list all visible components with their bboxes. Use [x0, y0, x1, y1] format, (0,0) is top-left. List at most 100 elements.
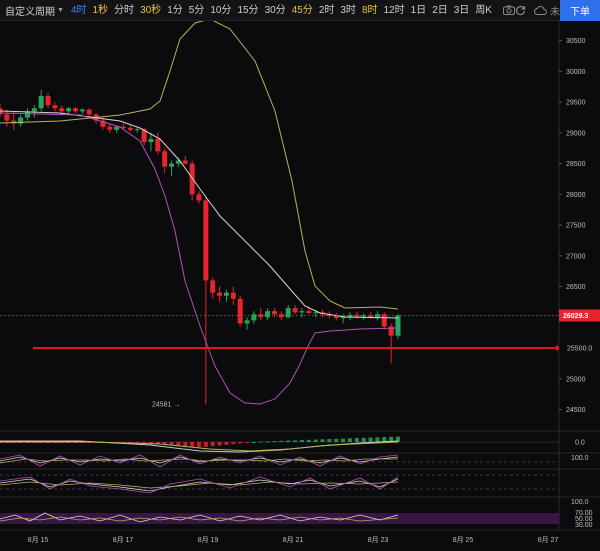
timeframe-11[interactable]: 3时: [337, 0, 359, 21]
kdj-axis-label: 100.0: [571, 455, 589, 462]
macd-bar: [361, 437, 366, 442]
macd-bar: [293, 440, 298, 442]
wr-axis-label: 100.0: [571, 499, 589, 506]
macd-bar: [334, 438, 339, 442]
x-tick-label: 8月 25: [453, 536, 474, 544]
chart-canvas[interactable]: 30500 30000 29500 29000 28500 28000 27500 27000…: [0, 21, 600, 551]
candle-body[interactable]: [59, 108, 65, 112]
candle-body[interactable]: [313, 312, 319, 314]
macd-bar: [299, 440, 304, 442]
macd-bar: [327, 439, 332, 442]
timeframe-12[interactable]: 8时: [359, 0, 381, 21]
timeframe-16[interactable]: 3日: [451, 0, 473, 21]
x-tick-label: 8月 19: [198, 536, 219, 544]
price-chart[interactable]: 30500 30000 29500 29000 28500 28000 27500 27000…: [0, 21, 600, 551]
camera-icon[interactable]: [502, 0, 515, 21]
timeframe-1[interactable]: 1秒: [90, 0, 112, 21]
y-tick-label: 28000: [566, 192, 586, 199]
candle-body[interactable]: [162, 151, 168, 167]
place-order-button[interactable]: 下单: [560, 0, 600, 21]
timeframe-2[interactable]: 分时: [111, 0, 137, 21]
timeframe-13[interactable]: 12时: [381, 0, 408, 21]
candle-body[interactable]: [134, 129, 140, 131]
macd-bar: [224, 442, 229, 445]
candle-body[interactable]: [210, 280, 216, 293]
wr-band: [0, 513, 559, 524]
candle-body[interactable]: [223, 292, 229, 296]
candle-body[interactable]: [169, 163, 175, 167]
macd-bar: [368, 437, 373, 442]
candle-body[interactable]: [31, 108, 37, 112]
macd-bar: [183, 442, 188, 447]
candle-body[interactable]: [72, 108, 78, 112]
y-tick-label: 27000: [566, 253, 586, 260]
custom-period-selector[interactable]: 自定义周期 ▼: [0, 3, 68, 18]
y-tick-label: 26500: [566, 284, 586, 291]
candle-body[interactable]: [148, 139, 154, 143]
y-tick-label: 27500: [566, 223, 586, 230]
timeframe-17[interactable]: 周K: [472, 0, 495, 21]
timeframe-14[interactable]: 1日: [408, 0, 430, 21]
candle-body[interactable]: [299, 311, 305, 313]
candle-body[interactable]: [203, 200, 209, 281]
macd-bar: [313, 439, 318, 442]
timeframe-9[interactable]: 45分: [289, 0, 316, 21]
candle-body[interactable]: [45, 95, 51, 106]
timeframe-7[interactable]: 15分: [234, 0, 261, 21]
macd-bar: [341, 438, 346, 442]
timeframe-15[interactable]: 2日: [429, 0, 451, 21]
candle-body[interactable]: [4, 114, 10, 121]
candle-body[interactable]: [86, 109, 92, 115]
macd-bar: [203, 442, 208, 447]
candle-body[interactable]: [395, 315, 401, 336]
candle-body[interactable]: [79, 109, 85, 112]
candle-body[interactable]: [155, 139, 161, 152]
bollinger-middle-line: [0, 110, 399, 319]
refresh-icon[interactable]: [515, 0, 526, 21]
timeframe-4[interactable]: 1分: [164, 0, 186, 21]
macd-bar: [320, 439, 325, 442]
candle-body[interactable]: [381, 314, 387, 327]
candle-body[interactable]: [38, 95, 44, 109]
y-tick-label: 24500: [566, 407, 586, 414]
candle-body[interactable]: [182, 160, 188, 164]
x-tick-label: 8月 23: [368, 536, 389, 544]
macd-bar: [245, 442, 250, 443]
y-tick-label: 29000: [566, 130, 586, 137]
candle-body[interactable]: [189, 163, 195, 195]
x-tick-label: 8月 27: [538, 536, 559, 544]
macd-bar: [238, 442, 243, 444]
hline-price-label: 25500.0: [567, 346, 592, 353]
timeframe-5[interactable]: 5分: [186, 0, 208, 21]
timeframe-10[interactable]: 2时: [316, 0, 338, 21]
y-tick-label: 30000: [566, 69, 586, 76]
candle-body[interactable]: [237, 298, 243, 324]
candle-body[interactable]: [52, 105, 58, 109]
candle-body[interactable]: [306, 311, 312, 313]
timeframe-6[interactable]: 10分: [207, 0, 234, 21]
bollinger-lower-line: [0, 112, 399, 405]
candle-body[interactable]: [107, 126, 113, 130]
x-tick-label: 8月 15: [28, 536, 49, 544]
candle-body[interactable]: [114, 126, 120, 130]
candle-body[interactable]: [196, 194, 202, 201]
timeframe-8[interactable]: 30分: [262, 0, 289, 21]
macd-bar: [286, 440, 291, 442]
timeframe-0[interactable]: 4时: [68, 0, 90, 21]
wr-axis-label: 30.00: [575, 522, 593, 529]
y-tick-label: 29500: [566, 100, 586, 107]
candle-body[interactable]: [217, 292, 223, 296]
candle-body[interactable]: [230, 292, 236, 299]
macd-bar: [231, 442, 236, 445]
candle-body[interactable]: [292, 308, 298, 313]
candle-body[interactable]: [127, 127, 133, 130]
candle-body[interactable]: [66, 108, 72, 112]
candle-body[interactable]: [244, 320, 250, 324]
candle-body[interactable]: [271, 311, 277, 315]
timeframe-3[interactable]: 30秒: [137, 0, 164, 21]
cloud-icon: [533, 5, 547, 15]
macd-bar: [354, 438, 359, 442]
macd-bar: [251, 442, 256, 443]
candle-body[interactable]: [265, 311, 271, 318]
macd-bar: [197, 442, 201, 448]
